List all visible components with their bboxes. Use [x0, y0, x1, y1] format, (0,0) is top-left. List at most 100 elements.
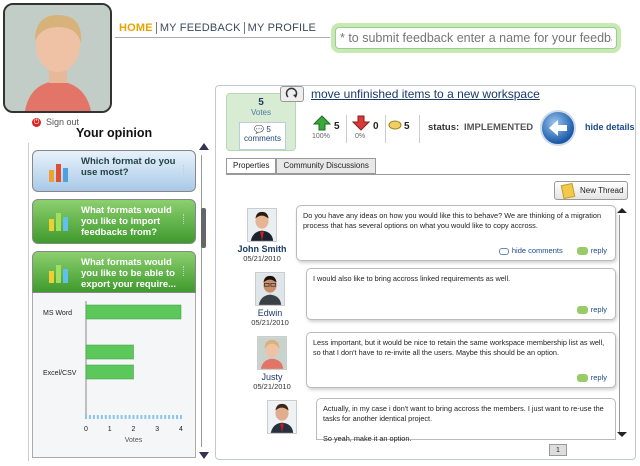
thumbs-down-arrow-icon[interactable]	[352, 115, 370, 131]
scroll-up-arrow-icon[interactable]	[199, 143, 209, 150]
comment-author-3: Justy 05/21/2010	[242, 336, 302, 391]
x-tick-label: 4	[179, 426, 183, 433]
profile-avatar[interactable]	[3, 3, 112, 113]
opinion-scrollbar[interactable]	[201, 155, 207, 447]
x-tick-label: 2	[132, 426, 136, 433]
up-vote-percent: 100%	[312, 133, 330, 140]
page-button[interactable]: 1	[549, 444, 567, 456]
back-arrow-icon	[549, 120, 567, 136]
bar-chart-icon	[49, 213, 68, 231]
comment-bubble-3: Less important, but it would be nice to …	[306, 332, 616, 388]
nav-home[interactable]: HOME	[116, 22, 156, 34]
author-name[interactable]: Edwin	[240, 308, 300, 318]
author-photo	[247, 208, 277, 242]
poll-question-2-text: What formats would you like to import fe…	[81, 205, 172, 238]
signout-label: Sign out	[46, 117, 80, 127]
comment-text: Actually, in my case i don't want to bri…	[323, 404, 604, 423]
nav-my-feedback[interactable]: MY FEEDBACK	[155, 22, 244, 34]
votes-label: Votes	[250, 108, 271, 117]
comment-text: Less important, but it would be nice to …	[313, 338, 605, 357]
tab-community-discussions[interactable]: Community Discussions	[276, 158, 376, 174]
comments-button[interactable]: 💬 5 comments	[239, 122, 286, 150]
author-photo	[255, 272, 285, 306]
down-vote-percent: 0%	[355, 133, 366, 140]
comment-bubble-1: Do you have any ideas on how you would l…	[296, 205, 616, 261]
bar-2	[85, 344, 134, 360]
x-tick-label: 3	[155, 426, 159, 433]
poll-question-3[interactable]: What formats would you like to be able t…	[32, 251, 196, 293]
stat-divider	[385, 115, 386, 143]
detail-tabs: Properties Community Discussions	[226, 158, 376, 174]
comment-date: 05/21/2010	[253, 382, 291, 391]
reply-label: reply	[590, 373, 607, 382]
poll-question-2[interactable]: What formats would you like to import fe…	[32, 199, 196, 244]
comment-actions: reply	[576, 305, 607, 315]
up-vote-count: 5	[334, 121, 340, 132]
hide-comments-label: hide comments	[511, 246, 563, 255]
reply-icon	[576, 306, 588, 315]
discussion-scrollbar[interactable]	[619, 215, 620, 435]
comment-text: I would also like to bring accross linke…	[313, 274, 511, 283]
opinion-scrollbar-thumb[interactable]	[201, 208, 206, 248]
status-value: IMPLEMENTED	[464, 122, 534, 133]
speech-bubble-icon: 💬	[254, 125, 265, 134]
x-tick-label: 1	[108, 426, 112, 433]
poll-question-1[interactable]: Which format do you use most?	[32, 150, 196, 192]
discussion-scroll-down-icon[interactable]	[617, 432, 627, 437]
bar-chart-icon	[49, 265, 68, 283]
opinion-title: Your opinion	[76, 126, 153, 140]
poll-question-1-text: Which format do you use most?	[81, 156, 176, 178]
poll-question-3-text: What formats would you like to be able t…	[81, 257, 177, 290]
move-unfinished-link[interactable]: move unfinished items to a new workspace	[311, 87, 540, 101]
category-label: Excel/CSV	[43, 370, 77, 377]
comment-date: 05/21/2010	[251, 318, 289, 327]
new-thread-button[interactable]: New Thread	[554, 181, 628, 200]
new-thread-label: New Thread	[580, 186, 624, 195]
question-scroll-indicator	[183, 266, 189, 276]
author-name[interactable]: Justy	[242, 372, 302, 382]
back-button[interactable]	[540, 110, 576, 146]
power-icon: ⏻	[32, 117, 41, 127]
discussion-scroll-up-icon[interactable]	[617, 208, 627, 213]
move-workspace-icon[interactable]	[280, 86, 304, 102]
tab-properties[interactable]: Properties	[226, 158, 277, 174]
bar-3	[85, 364, 134, 380]
hide-comments-link[interactable]: hide comments	[498, 246, 563, 256]
stat-divider	[346, 115, 347, 143]
comment-actions: reply	[576, 373, 607, 383]
refresh-icon	[285, 87, 298, 98]
comment-author-4	[252, 400, 312, 436]
down-vote-count: 0	[373, 121, 379, 132]
question-scroll-indicator	[183, 165, 189, 175]
user-photo	[5, 5, 110, 111]
top-nav: HOME MY FEEDBACK MY PROFILE	[116, 22, 319, 34]
reply-label: reply	[590, 246, 607, 255]
author-name[interactable]: John Smith	[232, 244, 292, 254]
comment-date: 05/21/2010	[243, 254, 281, 263]
scroll-down-arrow-icon[interactable]	[199, 452, 209, 459]
comment-bubble-4: Actually, in my case i don't want to bri…	[316, 398, 616, 443]
reply-link[interactable]: reply	[576, 305, 607, 315]
comments-icon	[498, 247, 509, 255]
question-scroll-indicator	[183, 214, 189, 224]
feedback-name-input[interactable]	[335, 27, 617, 49]
reply-icon	[576, 247, 588, 256]
author-photo	[267, 400, 297, 434]
pencil-note-icon	[560, 182, 576, 200]
tab-divider	[226, 174, 630, 175]
comments-count-value: 5	[266, 125, 271, 134]
comments-label: comments	[244, 134, 281, 143]
reply-link[interactable]: reply	[576, 373, 607, 383]
comment-actions: hide comments reply	[498, 246, 607, 256]
bar-chart-icon	[49, 164, 68, 182]
comment-author-2: Edwin 05/21/2010	[240, 272, 300, 327]
x-tick-label: 0	[84, 426, 88, 433]
reply-link[interactable]: reply	[576, 246, 607, 256]
thumbs-up-arrow-icon[interactable]	[313, 115, 331, 131]
stat-divider	[419, 115, 420, 143]
nav-my-profile[interactable]: MY PROFILE	[243, 22, 319, 34]
x-axis-label: Votes	[125, 437, 143, 444]
signout-link[interactable]: ⏻ Sign out	[32, 117, 79, 127]
hide-details-link[interactable]: hide details	[585, 122, 635, 132]
reply-icon	[576, 374, 588, 383]
